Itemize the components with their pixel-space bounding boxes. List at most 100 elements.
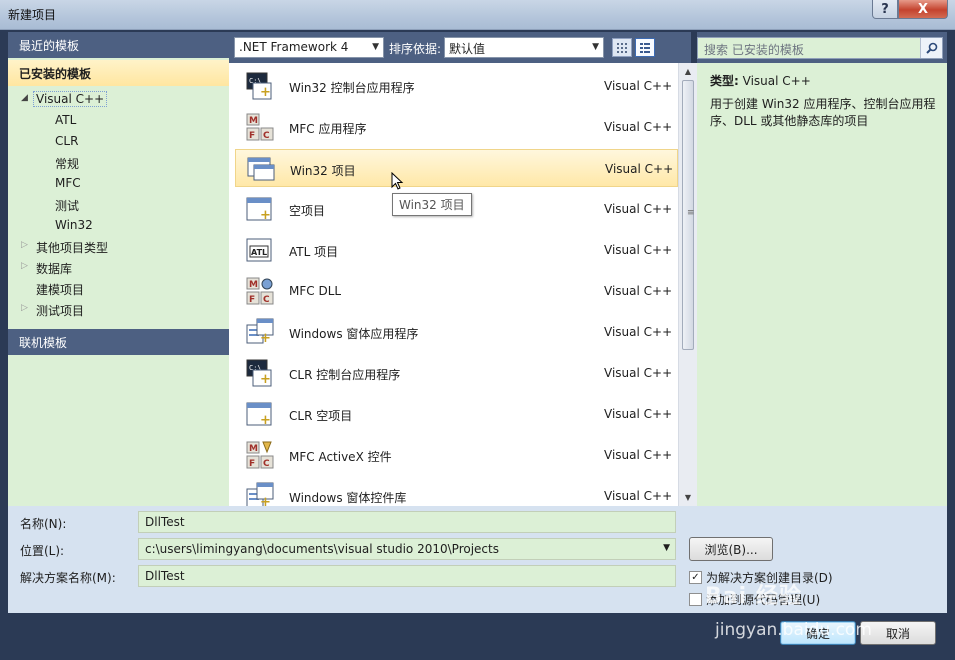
console-template-icon: C:\+ (246, 72, 272, 100)
help-button[interactable]: ? (872, 0, 898, 19)
template-name: CLR 空项目 (289, 409, 353, 423)
close-button[interactable]: X (898, 0, 948, 19)
template-list-scrollbar[interactable]: ▲ ≡ ▼ (678, 63, 697, 506)
toolbar: .NET Framework 4 ▼ 排序依据: 默认值 ▼ (229, 32, 691, 63)
template-language: Visual C++ (605, 162, 674, 176)
tree-item-label: 建模项目 (36, 283, 85, 297)
location-select[interactable]: c:\users\limingyang\documents\visual stu… (138, 538, 676, 560)
watermark-url: jingyan.baidu.com (715, 620, 872, 640)
mfc-template-icon: MF C (246, 113, 274, 141)
svg-text:F: F (249, 295, 255, 305)
title-bar: 新建项目 ? X (0, 0, 955, 30)
template-info-pane: 类型: Visual C++ 用于创建 Win32 应用程序、控制台应用程序、D… (697, 63, 947, 506)
list-view-icon (640, 42, 650, 53)
collapse-arrow-icon[interactable]: ◢ (21, 93, 28, 103)
template-item[interactable]: C:\ + CLR 控制台应用程序 Visual C++ (235, 354, 678, 392)
sort-select[interactable]: 默认值 ▼ (444, 37, 604, 58)
search-icon[interactable] (920, 38, 942, 58)
solution-name-input[interactable]: DllTest (138, 565, 676, 587)
svg-text:+: + (260, 208, 271, 223)
list-view-button[interactable] (635, 38, 655, 57)
svg-text:+: + (260, 495, 271, 506)
template-item[interactable]: M F C MFC ActiveX 控件 Visual C++ (235, 436, 678, 474)
small-icons-view-button[interactable] (612, 38, 632, 57)
empty-template-icon: + (246, 402, 272, 428)
tree-item-label: 测试 (55, 199, 80, 213)
chevron-down-icon: ▼ (663, 543, 670, 553)
expand-arrow-icon[interactable]: ▷ (21, 240, 28, 250)
tree-item-label: MFC (55, 176, 81, 190)
template-type: 类型: Visual C++ (710, 72, 811, 89)
template-language: Visual C++ (604, 243, 673, 257)
template-language: Visual C++ (604, 202, 673, 216)
sort-label: 排序依据: (389, 42, 442, 56)
installed-templates-header[interactable]: 已安装的模板 (8, 60, 229, 86)
type-value: Visual C++ (742, 74, 811, 88)
tree-item-label: Visual C++ (33, 91, 108, 107)
name-value: DllTest (145, 515, 185, 529)
template-sidebar: 最近的模板 已安装的模板 ◢ Visual C++ ATL CLR 常规 MFC 测试 Win… (8, 32, 229, 506)
template-language: Visual C++ (604, 448, 673, 462)
svg-text:M: M (249, 280, 258, 290)
template-language: Visual C++ (604, 284, 673, 298)
svg-text:F: F (249, 459, 255, 469)
template-item[interactable]: + CLR 空项目 Visual C++ (235, 395, 678, 433)
form-template-icon: + (246, 318, 274, 346)
template-language: Visual C++ (604, 366, 673, 380)
tree-item-label: 常规 (55, 157, 80, 171)
template-language: Visual C++ (604, 325, 673, 339)
expand-arrow-icon[interactable]: ▷ (21, 303, 28, 313)
tree-item-label: ATL (55, 113, 77, 127)
small-icons-icon (617, 42, 627, 53)
chevron-down-icon: ▼ (592, 42, 599, 52)
search-placeholder: 搜索 已安装的模板 (704, 43, 804, 57)
template-name: Windows 窗体应用程序 (289, 327, 419, 341)
empty-template-icon: + (246, 197, 272, 223)
solution-name-value: DllTest (145, 569, 185, 583)
template-item[interactable]: + Windows 窗体控件库 Visual C++ (235, 477, 678, 506)
mouse-cursor-icon (391, 172, 404, 190)
svg-text:F: F (249, 131, 255, 141)
svg-text:C: C (263, 131, 270, 141)
name-label: 名称(N): (20, 517, 67, 531)
template-language: Visual C++ (604, 120, 673, 134)
scroll-down-icon[interactable]: ▼ (679, 489, 697, 506)
svg-text:+: + (260, 372, 271, 387)
svg-text:M: M (249, 116, 258, 126)
name-input[interactable]: DllTest (138, 511, 676, 533)
tree-item-label: Win32 (55, 218, 93, 232)
window-title: 新建项目 (8, 8, 57, 22)
checkbox-icon: ✓ (689, 571, 702, 584)
checkbox-icon (689, 593, 702, 606)
location-label: 位置(L): (20, 544, 65, 558)
template-name: MFC ActiveX 控件 (289, 450, 392, 464)
template-item[interactable]: M F C MFC 应用程序 Visual C++ (235, 108, 678, 146)
template-item[interactable]: + Windows 窗体应用程序 Visual C++ (235, 313, 678, 351)
location-value: c:\users\limingyang\documents\visual stu… (145, 542, 499, 556)
framework-select[interactable]: .NET Framework 4 ▼ (234, 37, 384, 58)
tooltip: Win32 项目 (392, 193, 472, 216)
svg-text:C: C (263, 459, 270, 469)
browse-button[interactable]: 浏览(B)... (689, 537, 773, 561)
template-description: 用于创建 Win32 应用程序、控制台应用程序、DLL 或其他静态库的项目 (710, 97, 936, 128)
search-area: 搜索 已安装的模板 (697, 32, 947, 63)
svg-text:+: + (260, 331, 271, 346)
expand-arrow-icon[interactable]: ▷ (21, 261, 28, 271)
search-input[interactable]: 搜索 已安装的模板 (697, 37, 943, 59)
online-templates-header[interactable]: 联机模板 (8, 329, 229, 355)
template-item[interactable]: M F C MFC DLL Visual C++ (235, 272, 678, 310)
template-name: MFC 应用程序 (289, 122, 367, 136)
template-item[interactable]: ATL ATL 项目 Visual C++ (235, 231, 678, 269)
svg-text:ATL: ATL (251, 248, 267, 257)
template-name: Win32 控制台应用程序 (289, 81, 415, 95)
template-item[interactable]: C:\ + Win32 控制台应用程序 Visual C++ (235, 67, 678, 105)
atl-template-icon: ATL (246, 238, 272, 262)
svg-text:+: + (260, 413, 271, 428)
recent-templates-header[interactable]: 最近的模板 (8, 32, 229, 58)
template-item[interactable]: Win32 项目 Visual C++ (235, 149, 678, 187)
project-form: 名称(N): DllTest 位置(L): c:\users\limingyan… (8, 506, 947, 613)
scroll-thumb[interactable]: ≡ (682, 80, 695, 350)
sort-value: 默认值 (449, 42, 486, 56)
scroll-up-icon[interactable]: ▲ (679, 63, 697, 80)
console-template-icon: C:\+ (246, 359, 272, 387)
